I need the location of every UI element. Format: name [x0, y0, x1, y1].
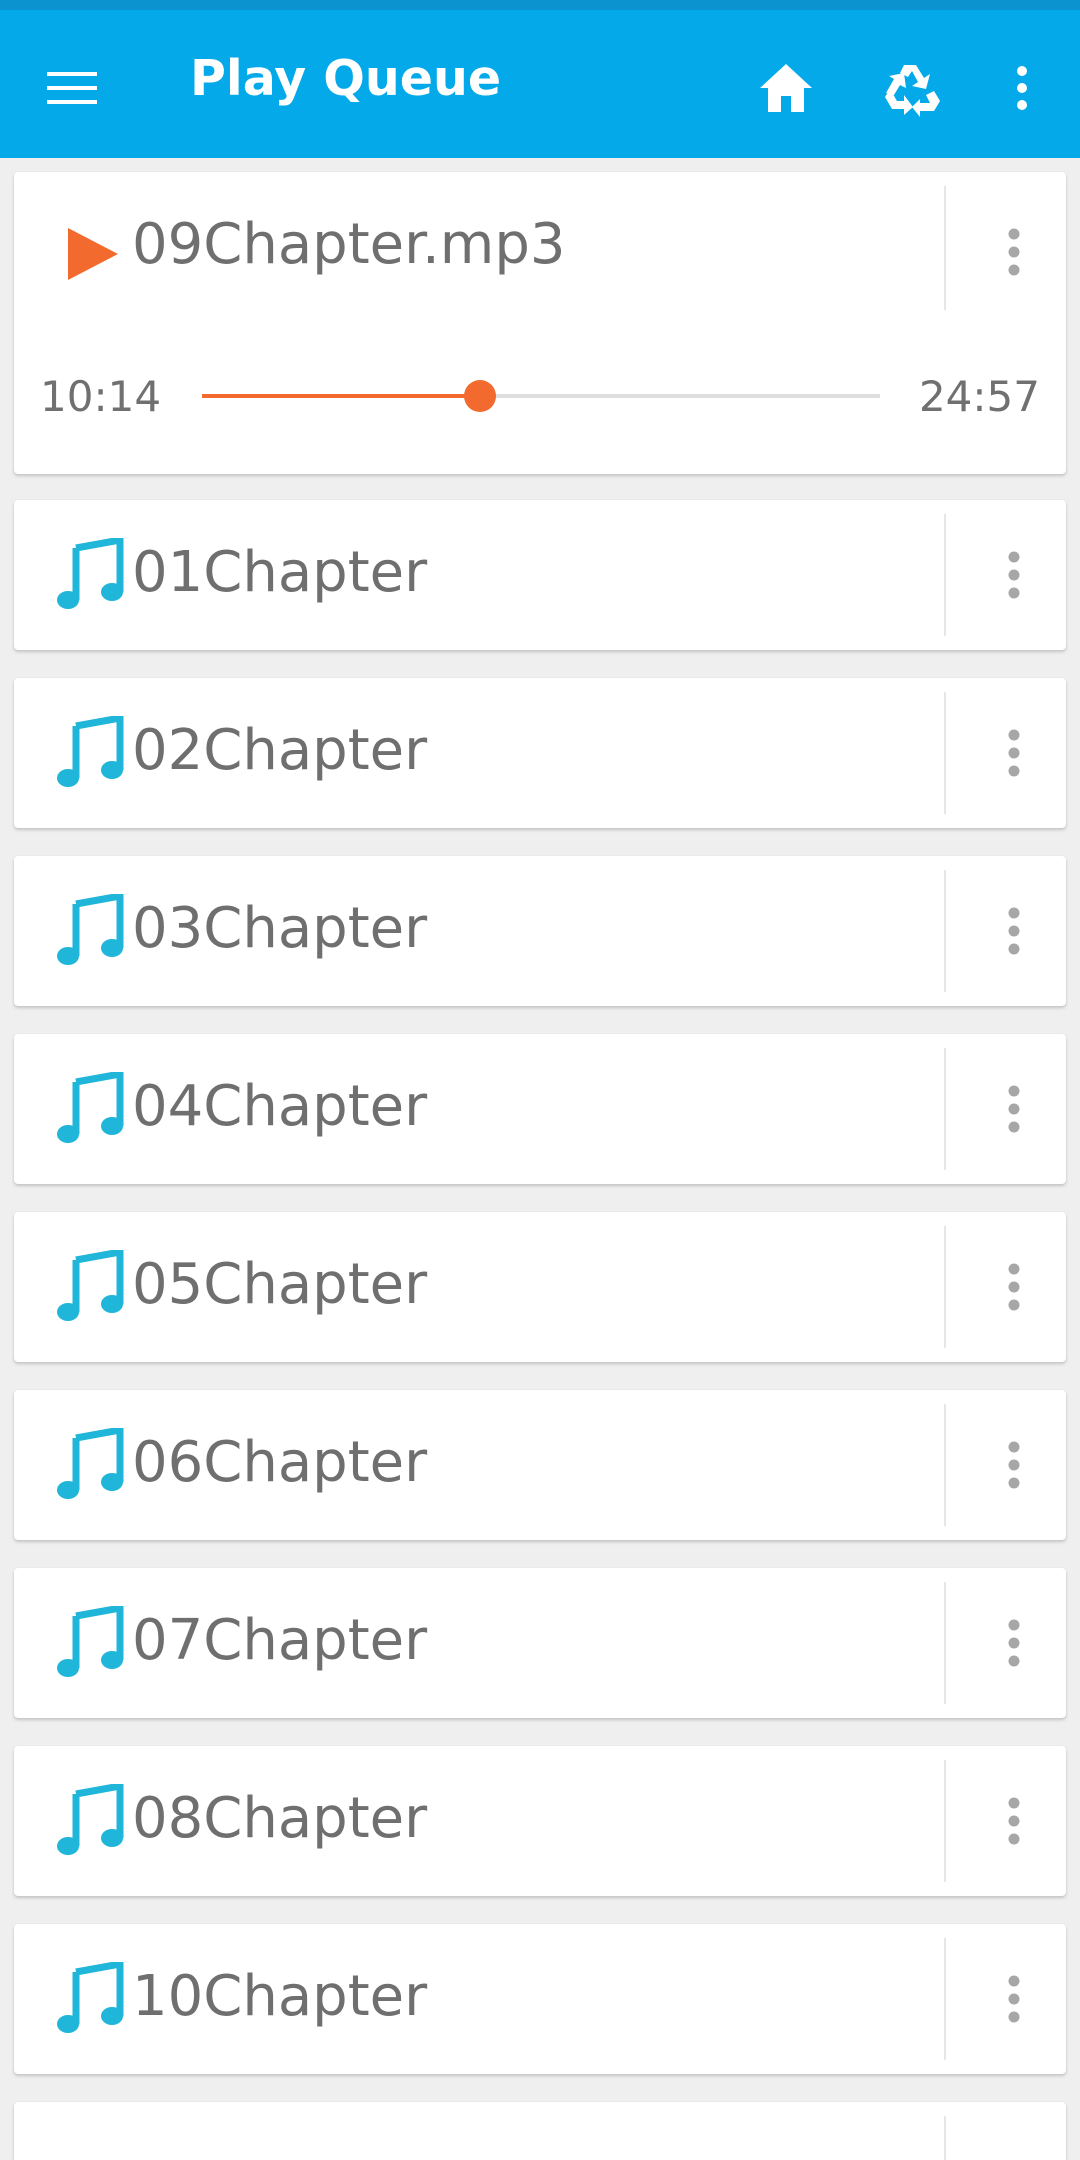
queue-item[interactable]: 04Chapter	[14, 1034, 1066, 1184]
overflow-menu-icon	[1017, 66, 1027, 110]
more-vert-icon	[1008, 1797, 1020, 1845]
queue-item-title: 08Chapter	[132, 1786, 428, 1851]
music-note-icon	[57, 1606, 124, 1677]
divider	[944, 870, 946, 992]
music-note-icon	[57, 1072, 124, 1143]
queue-item-menu-button[interactable]	[964, 703, 1064, 803]
music-note-icon	[57, 1250, 124, 1321]
divider	[944, 692, 946, 814]
queue-item[interactable]: 05Chapter	[14, 1212, 1066, 1362]
queue-item-title: 03Chapter	[132, 896, 428, 961]
queue-item[interactable]: 10Chapter	[14, 1924, 1066, 2074]
now-playing-title: 09Chapter.mp3	[132, 212, 566, 277]
home-icon	[760, 64, 812, 112]
menu-button[interactable]	[36, 52, 108, 124]
queue-item-partial[interactable]	[14, 2102, 1066, 2160]
divider	[944, 1404, 946, 1526]
queue-item[interactable]: 03Chapter	[14, 856, 1066, 1006]
divider	[944, 1760, 946, 1882]
queue-item-title: 02Chapter	[132, 718, 428, 783]
page-title: Play Queue	[190, 50, 502, 107]
overflow-menu-button[interactable]	[986, 52, 1058, 124]
seek-bar-progress	[202, 394, 480, 398]
queue-item-menu-button[interactable]	[964, 1949, 1064, 2049]
queue-item[interactable]: 01Chapter	[14, 500, 1066, 650]
more-vert-icon	[1008, 1975, 1020, 2023]
queue-item-title: 04Chapter	[132, 1074, 428, 1139]
queue-item-menu-button[interactable]	[964, 525, 1064, 625]
elapsed-time: 10:14	[40, 372, 162, 421]
music-note-icon	[57, 538, 124, 609]
recycle-icon	[885, 65, 940, 117]
queue-item-title: 05Chapter	[132, 1252, 428, 1317]
queue-item-menu-button[interactable]	[964, 881, 1064, 981]
music-note-icon	[57, 1784, 124, 1855]
menu-icon	[47, 72, 97, 104]
divider	[944, 1048, 946, 1170]
queue-item-title: 10Chapter	[132, 1964, 428, 2029]
total-time: 24:57	[918, 372, 1040, 421]
more-vert-icon	[1008, 1085, 1020, 1133]
queue-item-menu-button[interactable]	[964, 1593, 1064, 1693]
more-vert-icon	[1008, 907, 1020, 955]
divider	[944, 514, 946, 636]
queue-item-title: 01Chapter	[132, 540, 428, 605]
app-bar: Play Queue	[0, 0, 1080, 158]
queue-item-menu-button[interactable]	[964, 1771, 1064, 1871]
home-button[interactable]	[750, 52, 822, 124]
music-note-icon	[57, 716, 124, 787]
queue-item-menu-button[interactable]	[964, 1059, 1064, 1159]
seek-bar-thumb[interactable]	[463, 380, 496, 412]
queue-item[interactable]: 07Chapter	[14, 1568, 1066, 1718]
music-note-icon	[57, 1428, 124, 1499]
music-note-icon	[57, 1962, 124, 2033]
music-note-icon	[57, 894, 124, 965]
recycle-button[interactable]	[876, 52, 948, 124]
divider	[944, 1582, 946, 1704]
queue-item[interactable]: 08Chapter	[14, 1746, 1066, 1896]
more-vert-icon	[1008, 1619, 1020, 1667]
more-vert-icon	[1008, 551, 1020, 599]
more-vert-icon	[1008, 228, 1020, 276]
play-icon	[68, 228, 118, 280]
queue-item-menu-button[interactable]	[964, 1237, 1064, 1337]
seek-bar[interactable]	[202, 380, 880, 412]
queue-item-title: 07Chapter	[132, 1608, 428, 1673]
queue-item-menu-button[interactable]	[964, 1415, 1064, 1515]
more-vert-icon	[1008, 729, 1020, 777]
queue-item-title: 06Chapter	[132, 1430, 428, 1495]
queue-item[interactable]: 02Chapter	[14, 678, 1066, 828]
more-vert-icon	[1008, 1441, 1020, 1489]
divider	[944, 2116, 946, 2160]
divider	[944, 1226, 946, 1348]
track-menu-button[interactable]	[964, 202, 1064, 302]
divider	[944, 1938, 946, 2060]
divider	[944, 186, 946, 310]
queue-item[interactable]: 06Chapter	[14, 1390, 1066, 1540]
now-playing-card[interactable]: 09Chapter.mp3 10:14 24:57	[14, 172, 1066, 474]
more-vert-icon	[1008, 1263, 1020, 1311]
